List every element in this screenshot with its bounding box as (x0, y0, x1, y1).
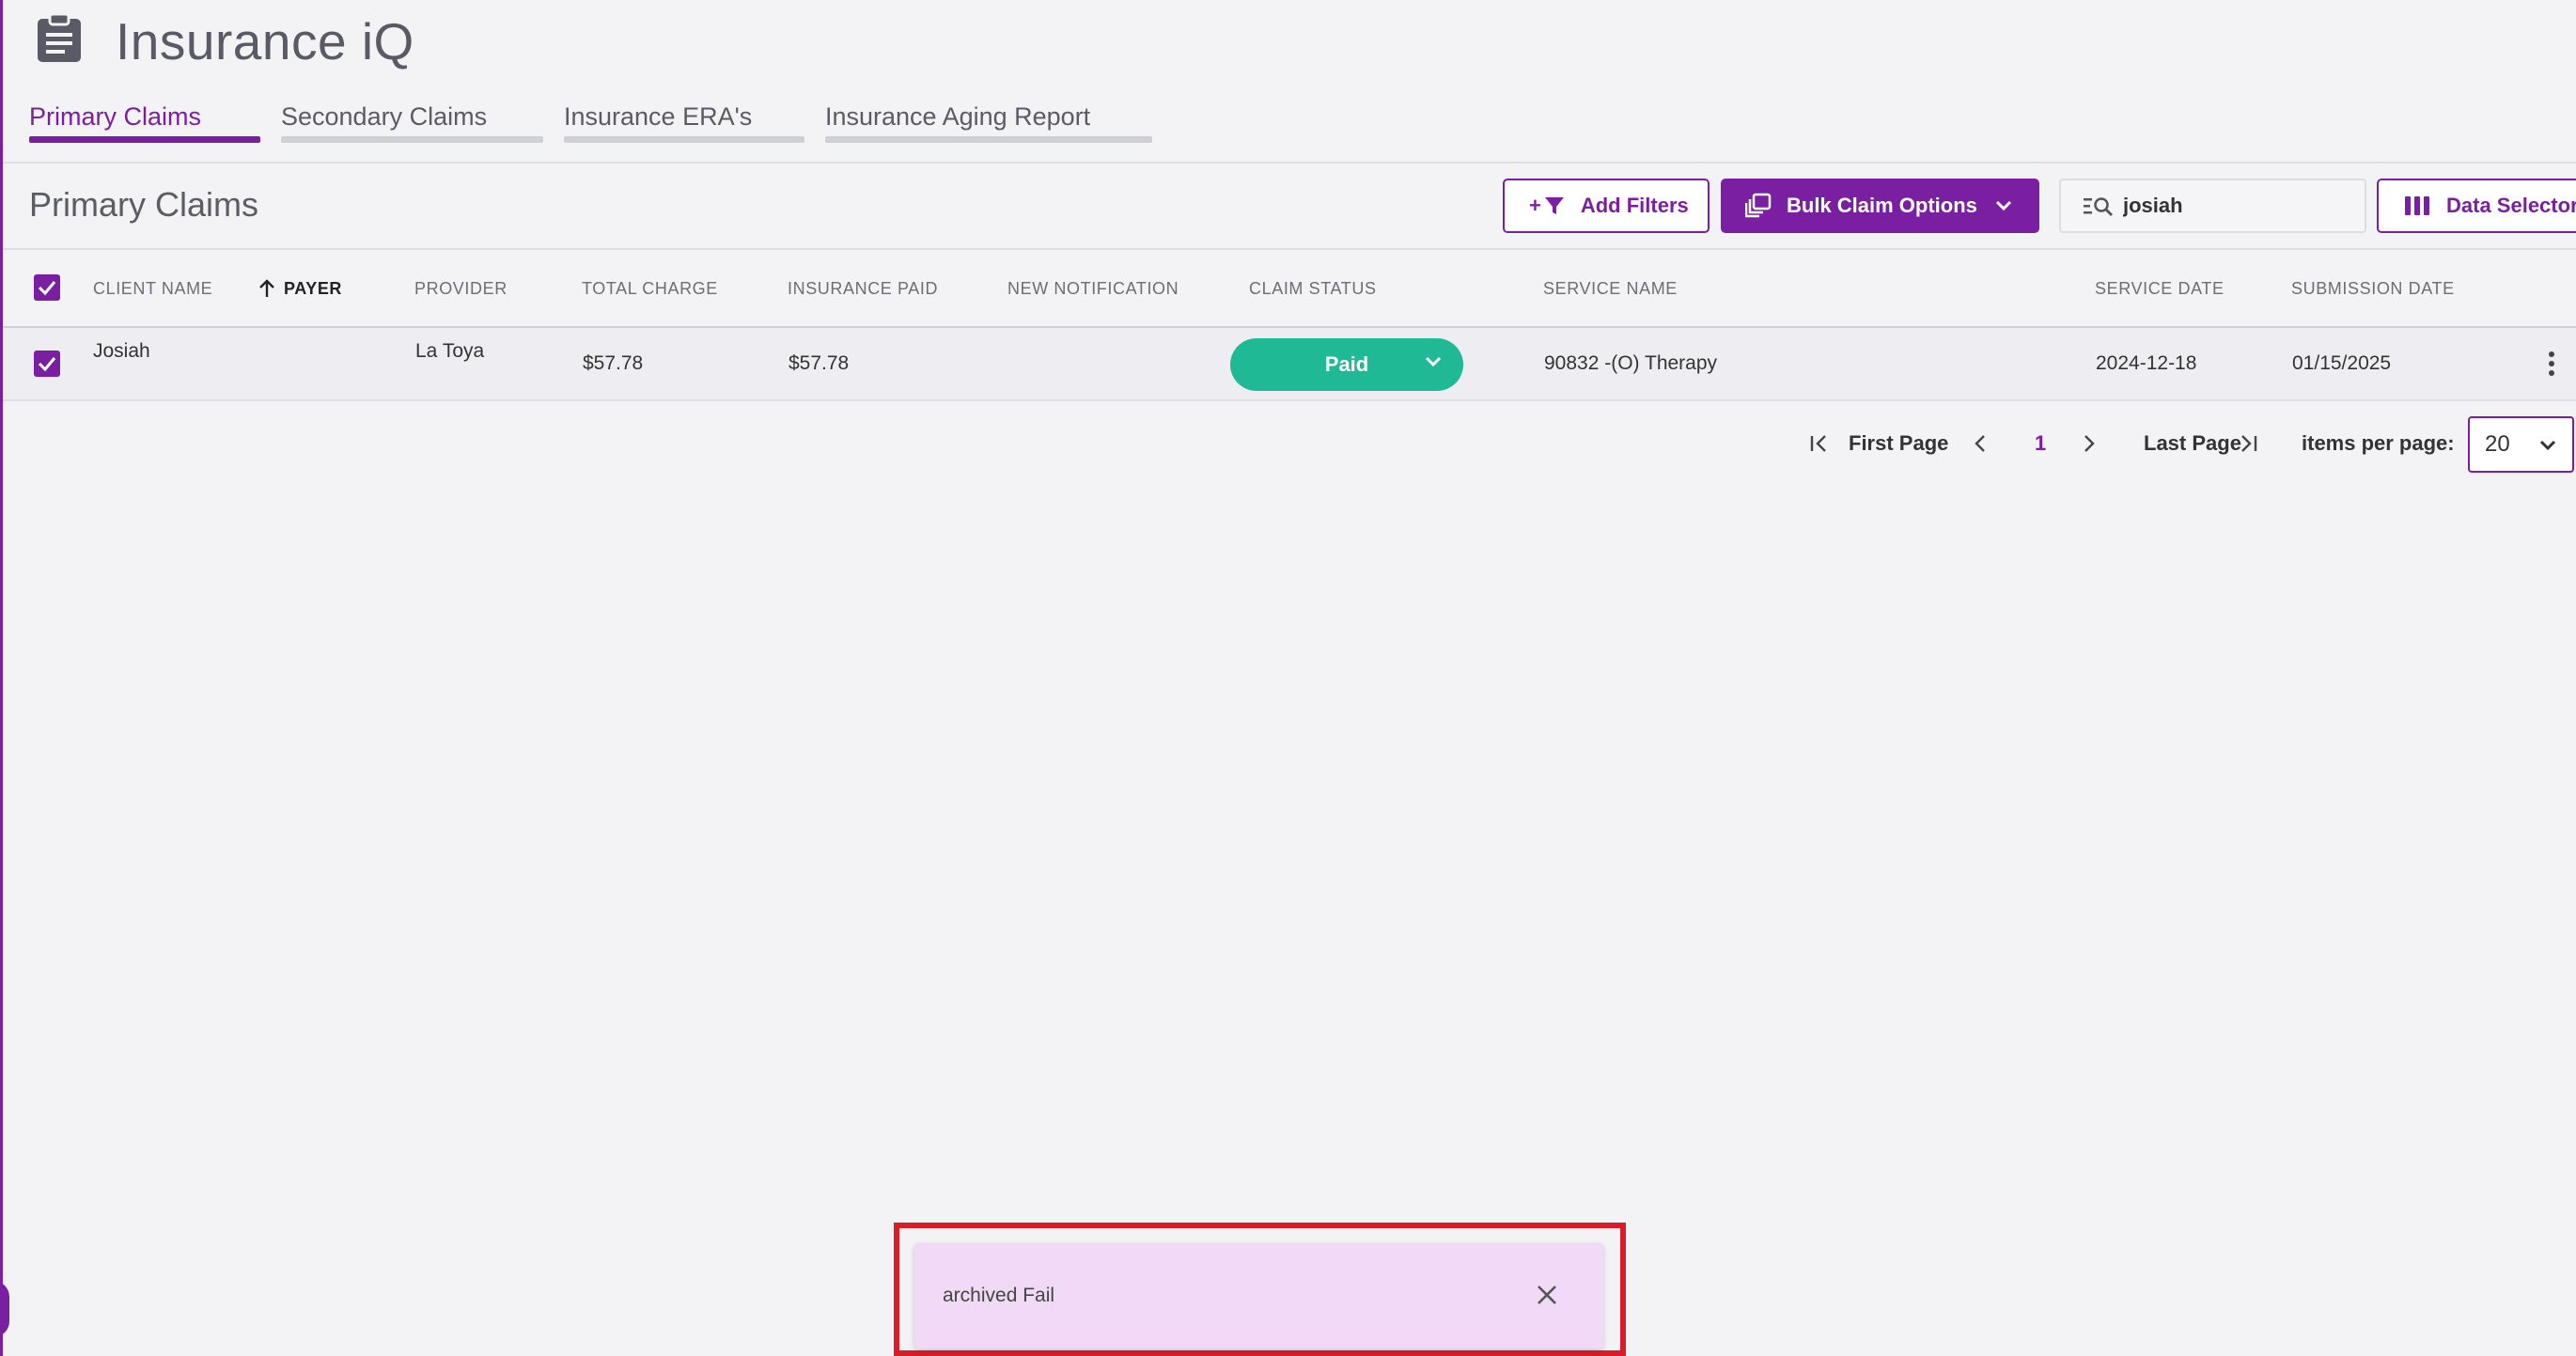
tab-bar: Primary Claims Secondary Claims Insuranc… (0, 94, 2576, 147)
tab-label: Insurance Aging Report (825, 102, 1091, 131)
clipboard-icon (38, 13, 81, 62)
add-filters-button[interactable]: + Add Filters (1503, 179, 1710, 233)
bulk-claim-options-button[interactable]: Bulk Claim Options (1721, 179, 2039, 233)
bulk-claim-options-label: Bulk Claim Options (1787, 194, 1977, 217)
chevron-down-icon (1425, 356, 1442, 367)
column-header-insurance-paid[interactable]: INSURANCE PAID (788, 279, 938, 298)
claim-status-dropdown[interactable]: Paid (1230, 338, 1463, 391)
tab-indicator (825, 136, 1152, 143)
tab-insurance-aging-report[interactable]: Insurance Aging Report (825, 94, 1152, 143)
divider (3, 248, 2576, 250)
side-fab-button[interactable] (0, 1281, 9, 1337)
first-page-icon[interactable] (1809, 433, 1830, 454)
tab-label: Primary Claims (29, 102, 202, 131)
column-header-service-name[interactable]: SERVICE NAME (1543, 279, 1678, 298)
column-header-client-name[interactable]: CLIENT NAME (93, 279, 212, 298)
claim-status-label: Paid (1324, 352, 1369, 376)
column-header-payer[interactable]: PAYER (284, 279, 342, 298)
column-header-provider[interactable]: PROVIDER (414, 279, 507, 298)
left-accent-rule (0, 0, 3, 1356)
select-all-checkbox[interactable] (34, 274, 60, 301)
last-page-icon[interactable] (2238, 433, 2258, 454)
items-per-page-select[interactable]: 20 (2468, 416, 2574, 473)
column-header-submission-date[interactable]: SUBMISSION DATE (2291, 279, 2455, 298)
app-header: Insurance iQ (0, 0, 2576, 85)
data-selector-button[interactable]: Data Selector (2377, 179, 2576, 233)
items-per-page-value: 20 (2485, 431, 2510, 457)
cell-insurance-paid: $57.78 (788, 352, 850, 374)
plus-glyph: + (1529, 194, 1541, 217)
divider (3, 162, 2576, 164)
cell-total-charge: $57.78 (583, 352, 644, 374)
column-header-total-charge[interactable]: TOTAL CHARGE (582, 279, 718, 298)
tab-secondary-claims[interactable]: Secondary Claims (281, 94, 543, 143)
cell-service-name: 90832 -(O) Therapy (1544, 352, 1718, 374)
search-list-icon (2084, 197, 2113, 216)
tab-indicator (281, 136, 543, 143)
search-input[interactable] (2123, 194, 2339, 218)
tab-primary-claims[interactable]: Primary Claims (29, 94, 260, 143)
snackbar-notification: archived Fail (914, 1243, 1603, 1348)
items-per-page-label: items per page: (2302, 431, 2455, 455)
filter-icon (1544, 197, 1564, 214)
chevron-down-icon (2539, 440, 2556, 451)
add-filters-label: Add Filters (1580, 194, 1689, 217)
cell-client-name[interactable]: Josiah (93, 340, 150, 363)
snackbar-message: archived Fail (943, 1285, 1055, 1306)
row-checkbox[interactable] (34, 351, 60, 377)
section-title: Primary Claims (29, 185, 259, 224)
checkmark-icon (38, 281, 56, 296)
first-page-link[interactable]: First Page (1849, 429, 1948, 458)
columns-icon (2405, 196, 2429, 215)
data-selector-label: Data Selector (2446, 194, 2576, 217)
cell-submission-date: 01/15/2025 (2292, 352, 2392, 374)
close-icon[interactable] (1533, 1281, 1561, 1309)
next-page-icon[interactable] (2078, 433, 2099, 454)
stacked-copy-icon (1745, 193, 1772, 218)
tab-indicator (29, 136, 260, 143)
tab-label: Secondary Claims (281, 102, 488, 131)
tab-label: Insurance ERA's (564, 102, 753, 131)
column-header-service-date[interactable]: SERVICE DATE (2095, 279, 2225, 298)
tab-insurance-eras[interactable]: Insurance ERA's (564, 94, 804, 143)
tab-indicator (564, 136, 804, 143)
cell-service-date: 2024-12-18 (2096, 352, 2197, 374)
checkmark-icon (38, 357, 56, 372)
search-field[interactable] (2059, 179, 2366, 233)
app-title: Insurance iQ (116, 12, 414, 70)
sort-arrow-up-icon[interactable] (258, 278, 275, 299)
column-header-new-notification[interactable]: NEW NOTIFICATION (1007, 279, 1179, 298)
chevron-down-icon (1995, 200, 2012, 211)
last-page-link[interactable]: Last Page (2144, 429, 2241, 458)
row-more-menu-icon[interactable] (2541, 350, 2562, 380)
column-header-claim-status[interactable]: CLAIM STATUS (1249, 279, 1377, 298)
current-page-number[interactable]: 1 (2035, 429, 2046, 458)
previous-page-icon[interactable] (1971, 433, 1991, 454)
cell-provider: La Toya (415, 340, 485, 362)
